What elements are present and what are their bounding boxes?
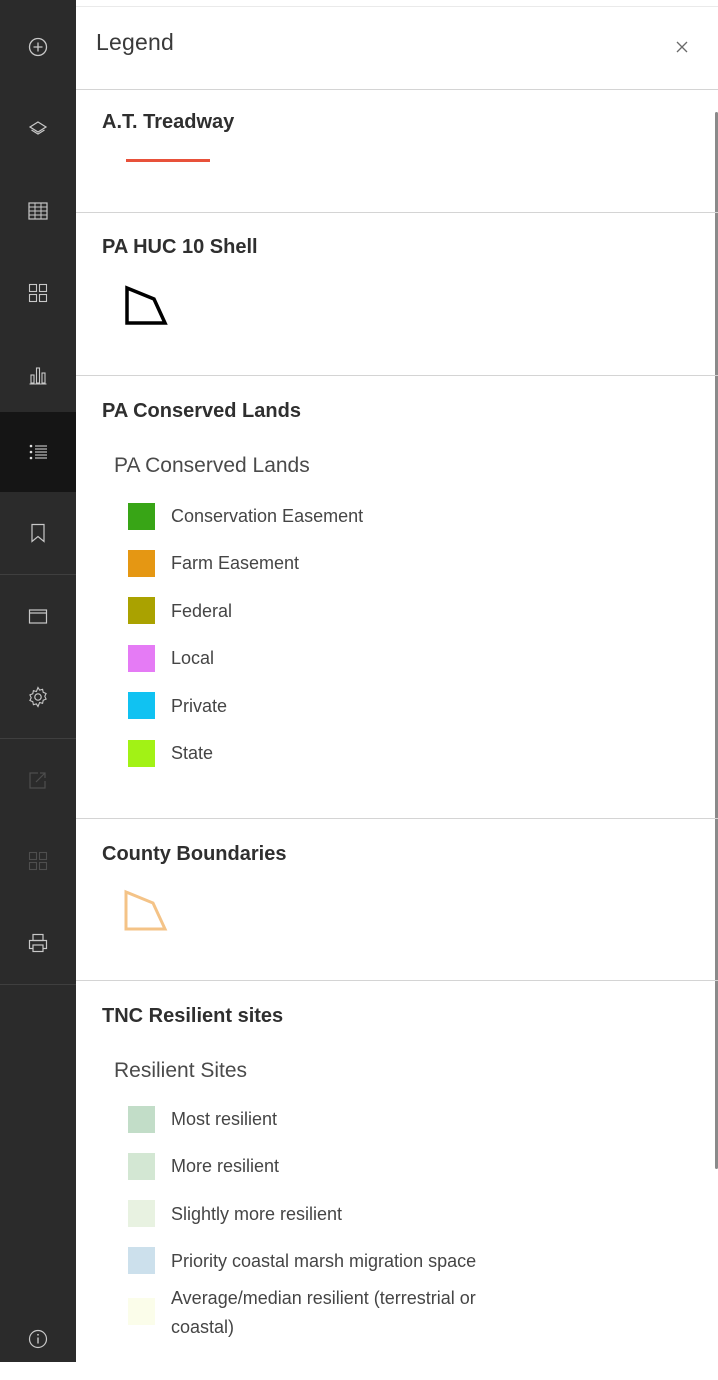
widget-grid-button [0,820,76,902]
legend-layer-county-boundaries: County Boundaries [76,819,718,981]
panel-header: Legend [76,6,718,90]
info-icon [28,1329,48,1349]
layer-title: A.T. Treadway [102,111,235,133]
legend-layer-tnc-resilient-sites: TNC Resilient sites Resilient Sites Most… [76,981,718,1362]
table-icon [28,202,48,220]
layer-subtitle: Resilient Sites [114,1059,248,1082]
legend-item-label-line: coastal) [171,1317,235,1338]
legend-item-label: Federal [171,600,233,621]
legend-item: Priority coastal marsh migration space [128,1247,476,1275]
print-button[interactable] [0,902,76,984]
legend-item: Private [128,692,227,720]
layers-button[interactable] [0,88,76,170]
basemap-gallery-icon [28,283,48,303]
legend-item: Average/median resilient (terrestrial or… [128,1288,476,1342]
side-toolbar [0,0,76,1362]
legend-item-label: Local [171,648,215,669]
color-swatch [128,1298,155,1326]
layer-subtitle: PA Conserved Lands [114,454,310,477]
layer-title: PA HUC 10 Shell [102,236,258,258]
legend-item-label-line: Average/median resilient (terrestrial or [171,1288,476,1309]
color-swatch [128,739,155,767]
settings-button[interactable] [0,656,76,738]
legend-layer-huc10: PA HUC 10 Shell [76,213,718,376]
color-swatch [128,644,155,672]
legend-item-label: Private [171,695,228,716]
polygon-symbol [124,889,168,931]
color-swatch [128,692,155,720]
add-icon [28,37,48,57]
color-swatch [128,1247,155,1275]
add-data-button[interactable] [0,6,76,88]
legend-item-label: More resilient [171,1156,280,1177]
legend-item: Farm Easement [128,549,299,577]
layers-icon [28,121,48,135]
legend-layer-at-treadway: A.T. Treadway [76,89,718,213]
chart-button[interactable] [0,334,76,416]
panel-title: Legend [96,29,174,55]
info-button[interactable] [0,1298,76,1380]
layer-title: PA Conserved Lands [102,400,301,422]
legend-item-label: Conservation Easement [171,506,364,526]
legend-item-label: Average/median resilient (terrestrial or… [171,1284,476,1342]
chart-icon [29,367,47,385]
legend-item: Slightly more resilient [128,1200,342,1228]
legend-item-label: Most resilient [171,1109,278,1129]
legend-item: Conservation Easement [128,502,363,530]
legend-item-label: Priority coastal marsh migration space [171,1250,477,1271]
color-swatch [128,1200,155,1228]
legend-item-label: Farm Easement [171,553,300,574]
close-button[interactable] [670,35,694,59]
bookmarks-button[interactable] [0,492,76,574]
grid-icon [28,851,48,871]
color-swatch [128,1105,155,1133]
legend-item: Local [128,644,214,672]
legend-item: More resilient [128,1152,279,1180]
layer-title: TNC Resilient sites [102,1005,284,1027]
layer-title: County Boundaries [102,843,287,865]
open-folder-button[interactable] [0,575,76,657]
legend-item-label: State [171,743,214,763]
legend-item: State [128,739,213,767]
legend-item: Most resilient [128,1105,277,1133]
legend-item: Federal [128,597,232,625]
gear-icon [29,686,47,708]
color-swatch [128,502,155,530]
legend-panel: Legend A.T. Treadway PA HUC 10 Shell PA … [76,0,718,1362]
close-icon [676,41,688,53]
basemap-gallery-button[interactable] [0,252,76,334]
legend-icon [29,444,47,460]
share-button [0,739,76,821]
bookmark-icon [31,523,45,543]
attribute-table-button[interactable] [0,170,76,252]
color-swatch [128,597,155,625]
line-symbol [126,159,210,162]
color-swatch [128,549,155,577]
print-icon [28,933,48,953]
folder-icon [28,609,48,624]
legend-layer-conserved-lands: PA Conserved Lands PA Conserved Lands Co… [76,376,718,819]
legend-item-label: Slightly more resilient [171,1203,343,1224]
color-swatch [128,1152,155,1180]
legend-button[interactable] [0,412,76,492]
polygon-symbol [125,285,168,325]
share-icon [29,772,46,789]
